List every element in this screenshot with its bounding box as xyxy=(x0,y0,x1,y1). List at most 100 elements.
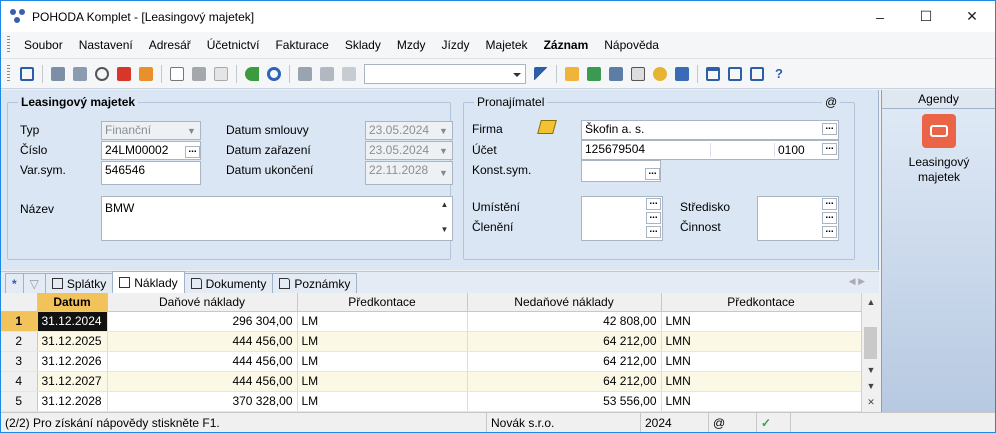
col-header-nedanove[interactable]: Nedaňové náklady xyxy=(467,293,662,312)
menu-ucetnictvi[interactable]: Účetnictví xyxy=(199,38,268,52)
nazev-scrollbar[interactable]: ▲ ▼ xyxy=(437,197,452,240)
cell-datum[interactable]: 31.12.2028 xyxy=(37,391,108,412)
cell-predkontace-2[interactable]: LMN xyxy=(661,371,862,392)
datum-ukonceni-field[interactable]: 22.11.2028 ▼ xyxy=(365,161,453,185)
firma-picker-icon[interactable]: ... xyxy=(822,122,837,135)
tab-filter[interactable]: ▽ xyxy=(22,273,46,293)
menu-nastaveni[interactable]: Nastavení xyxy=(71,38,141,52)
nazev-textarea[interactable]: BMW ▲ ▼ xyxy=(101,196,453,241)
cell-nedanove[interactable]: 53 556,00 xyxy=(467,391,662,412)
row-number[interactable]: 5 xyxy=(1,391,38,412)
folder-icon[interactable] xyxy=(562,64,582,84)
calendar-dropdown-icon[interactable]: ▼ xyxy=(435,142,452,159)
cell-predkontace[interactable]: LM xyxy=(297,371,468,392)
table-row[interactable]: 1 31.12.2024 296 304,00 LM 42 808,00 LMN xyxy=(1,311,862,332)
table-icon[interactable] xyxy=(211,64,231,84)
print-setup-icon[interactable] xyxy=(70,64,90,84)
leasing-agenda-icon[interactable] xyxy=(922,114,956,148)
maximize-button[interactable]: ☐ xyxy=(903,1,949,32)
iban-icon[interactable] xyxy=(672,64,692,84)
edit-record-icon[interactable] xyxy=(189,64,209,84)
cell-danove[interactable]: 444 456,00 xyxy=(107,371,298,392)
cell-nedanove[interactable]: 64 212,00 xyxy=(467,371,662,392)
cleneni-picker-icon[interactable]: ... xyxy=(646,225,661,238)
cash-register-icon[interactable] xyxy=(606,64,626,84)
cinnost-picker-icon[interactable]: ... xyxy=(822,225,837,238)
stredisko-picker-icon[interactable]: ... xyxy=(822,211,837,224)
col-header-predkontace[interactable]: Předkontace xyxy=(297,293,468,312)
help-icon[interactable]: ? xyxy=(769,64,789,84)
umisteni-spin-icon[interactable]: ... xyxy=(646,197,661,210)
tab-scroll-arrows-icon[interactable]: ◀ ▶ xyxy=(849,276,865,287)
menu-jizdy[interactable]: Jízdy xyxy=(434,38,478,52)
cell-danove[interactable]: 296 304,00 xyxy=(107,311,298,332)
cell-nedanove[interactable]: 64 212,00 xyxy=(467,351,662,372)
cell-datum[interactable]: 31.12.2025 xyxy=(37,331,108,352)
menu-sklady[interactable]: Sklady xyxy=(337,38,389,52)
datum-smlouvy-field[interactable]: 23.05.2024 ▼ xyxy=(365,121,453,140)
scroll-down-icon[interactable]: ▼ xyxy=(437,226,452,234)
tab-naklady[interactable]: Náklady xyxy=(112,271,185,293)
cell-predkontace-2[interactable]: LMN xyxy=(661,351,862,372)
typ-select[interactable]: Finanční ▼ xyxy=(101,121,201,140)
menu-zaznam[interactable]: Záznam xyxy=(536,38,597,52)
copy-icon[interactable] xyxy=(339,64,359,84)
print-preview-icon[interactable] xyxy=(92,64,112,84)
menu-fakturace[interactable]: Fakturace xyxy=(267,38,336,52)
close-panel-icon[interactable]: ✕ xyxy=(862,397,879,408)
ucet-picker-icon[interactable]: ... xyxy=(822,142,837,155)
cell-danove[interactable]: 444 456,00 xyxy=(107,351,298,372)
coins-icon[interactable] xyxy=(650,64,670,84)
cell-predkontace[interactable]: LM xyxy=(297,331,468,352)
cell-predkontace-2[interactable]: LMN xyxy=(661,391,862,412)
row-number[interactable]: 2 xyxy=(1,331,38,352)
cell-datum[interactable]: 31.12.2026 xyxy=(37,351,108,372)
umisteni-picker-icon[interactable]: ... xyxy=(646,211,661,224)
varsym-field[interactable]: 546546 xyxy=(101,161,201,185)
cell-nedanove[interactable]: 42 808,00 xyxy=(467,311,662,332)
cell-datum[interactable]: 31.12.2024 xyxy=(37,311,108,332)
pdf-icon[interactable] xyxy=(114,64,134,84)
scroll-down-icon[interactable]: ▼ xyxy=(862,381,879,391)
panel-toggle-icon[interactable] xyxy=(17,64,37,84)
col-header-datum[interactable]: Datum xyxy=(37,293,108,312)
minimize-button[interactable]: – xyxy=(857,1,903,32)
filter-icon[interactable] xyxy=(531,64,551,84)
calendar-dropdown-icon[interactable]: ▼ xyxy=(435,122,452,139)
agenda-item-label[interactable]: Leasingový majetek xyxy=(886,155,992,185)
calendar-dropdown-icon[interactable]: ▼ xyxy=(435,162,452,184)
firma-field[interactable]: Škofin a. s. xyxy=(581,120,839,140)
row-number[interactable]: 1 xyxy=(1,311,38,332)
datum-zarazeni-field[interactable]: 23.05.2024 ▼ xyxy=(365,141,453,160)
grid-scrollbar[interactable]: ▲ ▼ ▼ ✕ xyxy=(861,293,879,412)
toolbar-grip-icon[interactable] xyxy=(7,64,10,83)
close-button[interactable]: ✕ xyxy=(949,1,995,32)
tab-dokumenty[interactable]: Dokumenty xyxy=(183,273,274,293)
quick-search-combo[interactable] xyxy=(364,63,526,84)
back-arrow-icon[interactable] xyxy=(242,64,262,84)
menu-mzdy[interactable]: Mzdy xyxy=(389,38,434,52)
window-list-icon[interactable] xyxy=(725,64,745,84)
settings-gear-icon[interactable] xyxy=(264,64,284,84)
status-year[interactable]: 2024 xyxy=(641,412,709,432)
window-icon[interactable] xyxy=(703,64,723,84)
menu-adresar[interactable]: Adresář xyxy=(141,38,199,52)
row-number[interactable]: 3 xyxy=(1,351,38,372)
tab-all[interactable]: * xyxy=(5,273,24,293)
menu-soubor[interactable]: Soubor xyxy=(16,38,71,52)
konstsym-picker-icon[interactable]: ... xyxy=(645,167,660,180)
cell-predkontace[interactable]: LM xyxy=(297,311,468,332)
chevron-down-icon[interactable]: ▼ xyxy=(183,122,200,139)
menubar-grip-icon[interactable] xyxy=(7,36,10,54)
cell-predkontace-2[interactable]: LMN xyxy=(661,311,862,332)
scroll-up-icon[interactable]: ▲ xyxy=(437,201,452,209)
save-icon[interactable] xyxy=(295,64,315,84)
scroll-up-icon[interactable]: ▲ xyxy=(862,297,879,307)
export-icon[interactable] xyxy=(136,64,156,84)
cell-predkontace[interactable]: LM xyxy=(297,391,468,412)
cell-danove[interactable]: 370 328,00 xyxy=(107,391,298,412)
scroll-down-icon[interactable]: ▼ xyxy=(862,365,879,375)
cell-predkontace-2[interactable]: LMN xyxy=(661,331,862,352)
cislo-picker-icon[interactable]: ... xyxy=(185,145,200,158)
status-check-icon[interactable]: ✓ xyxy=(757,412,791,432)
